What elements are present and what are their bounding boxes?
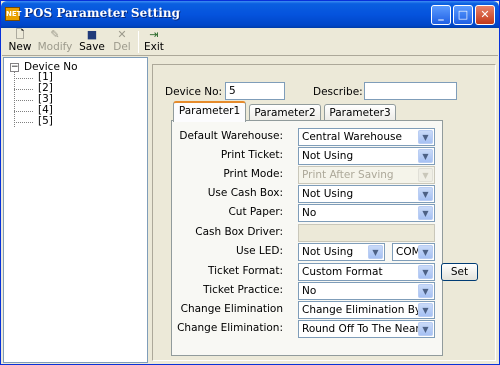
set-button[interactable]: Set xyxy=(441,263,478,281)
device-no-input[interactable]: 5 xyxy=(225,82,285,100)
save-label: Save xyxy=(79,41,105,53)
tab-parameter1[interactable]: Parameter1 xyxy=(173,101,246,122)
chevron-down-icon[interactable]: ▼ xyxy=(418,245,433,259)
main-window: NET POS Parameter Setting _ □ ✕ 🗋 New ✎ … xyxy=(0,0,500,365)
use-led-value: Not Using xyxy=(302,246,354,258)
new-document-icon: 🗋 xyxy=(15,28,25,41)
use-cash-box-select[interactable]: Not Using ▼ xyxy=(298,185,435,203)
cut-paper-select[interactable]: No ▼ xyxy=(298,204,435,222)
collapse-toggle-icon[interactable]: − xyxy=(10,63,19,72)
print-ticket-label: Print Ticket: xyxy=(220,149,283,161)
default-warehouse-label: Default Warehouse: xyxy=(179,130,283,142)
default-warehouse-select[interactable]: Central Warehouse ▼ xyxy=(298,128,435,146)
exit-button[interactable]: ⇥ Exit xyxy=(142,29,166,55)
window-title: POS Parameter Setting xyxy=(24,6,180,20)
exit-door-icon: ⇥ xyxy=(149,28,159,41)
use-led-label: Use LED: xyxy=(235,245,283,257)
exit-label: Exit xyxy=(144,41,164,53)
new-button[interactable]: 🗋 New xyxy=(7,29,33,55)
minimize-button[interactable]: _ xyxy=(431,5,451,25)
tab-parameter2[interactable]: Parameter2 xyxy=(249,104,321,121)
led-port-select[interactable]: COM1 ▼ xyxy=(392,243,435,261)
describe-input[interactable] xyxy=(364,82,457,100)
chevron-down-icon[interactable]: ▼ xyxy=(418,265,433,279)
chevron-down-icon[interactable]: ▼ xyxy=(418,187,433,201)
tree-item-label: [5] xyxy=(38,115,53,127)
chevron-down-icon[interactable]: ▼ xyxy=(368,245,383,259)
describe-label: Describe: xyxy=(313,86,363,98)
change-elimination-rounding-value: Round Off To The Neare xyxy=(302,323,426,335)
save-button[interactable]: ■ Save xyxy=(78,29,106,55)
ticket-practice-select[interactable]: No ▼ xyxy=(298,282,435,300)
change-elimination-select[interactable]: Change Elimination By B ▼ xyxy=(298,301,435,319)
change-elimination-rounding-label: Change Elimination: xyxy=(177,322,283,334)
modify-label: Modify xyxy=(37,41,73,53)
default-warehouse-value: Central Warehouse xyxy=(302,131,402,143)
toolbar: 🗋 New ✎ Modify ■ Save ✕ Del ⇥ Exit xyxy=(2,28,498,56)
chevron-down-icon[interactable]: ▼ xyxy=(418,303,433,317)
ticket-practice-value: No xyxy=(302,285,317,297)
use-cash-box-label: Use Cash Box: xyxy=(207,187,283,199)
tab-parameter3[interactable]: Parameter3 xyxy=(324,104,396,121)
print-ticket-value: Not Using xyxy=(302,150,354,162)
print-mode-label: Print Mode: xyxy=(223,168,283,180)
change-elimination-rounding-select[interactable]: Round Off To The Neare ▼ xyxy=(298,320,435,338)
change-elimination-value: Change Elimination By B xyxy=(302,304,432,316)
ticket-format-label: Ticket Format: xyxy=(208,265,283,277)
print-ticket-select[interactable]: Not Using ▼ xyxy=(298,147,435,165)
del-label: Del xyxy=(113,41,131,53)
chevron-down-icon[interactable]: ▼ xyxy=(418,149,433,163)
ticket-format-select[interactable]: Custom Format ▼ xyxy=(298,263,435,281)
cut-paper-value: No xyxy=(302,207,317,219)
device-no-label: Device No: xyxy=(165,86,223,98)
ticket-practice-label: Ticket Practice: xyxy=(203,284,283,296)
chevron-down-icon[interactable]: ▼ xyxy=(418,322,433,336)
cut-paper-label: Cut Paper: xyxy=(228,206,283,218)
chevron-down-icon[interactable]: ▼ xyxy=(418,130,433,144)
use-cash-box-value: Not Using xyxy=(302,188,354,200)
app-icon: NET xyxy=(5,7,21,21)
device-tree[interactable]: − Device No [1] [2] [3] [4] [5] xyxy=(3,57,148,363)
delete-icon: ✕ xyxy=(117,28,127,41)
cash-box-driver-input xyxy=(298,224,435,242)
change-elimination-label: Change Elimination xyxy=(180,303,283,315)
chevron-down-icon[interactable]: ▼ xyxy=(418,284,433,298)
modify-button[interactable]: ✎ Modify xyxy=(36,29,74,55)
chevron-down-icon: ▼ xyxy=(418,168,433,182)
toolbar-separator xyxy=(138,31,139,53)
close-button[interactable]: ✕ xyxy=(475,5,495,25)
new-label: New xyxy=(8,41,32,53)
title-bar[interactable]: NET POS Parameter Setting _ □ ✕ xyxy=(1,1,499,28)
print-mode-value: Print After Saving xyxy=(302,169,394,181)
chevron-down-icon[interactable]: ▼ xyxy=(418,206,433,220)
maximize-button[interactable]: □ xyxy=(453,5,473,25)
use-led-select[interactable]: Not Using ▼ xyxy=(298,243,385,261)
cash-box-driver-label: Cash Box Driver: xyxy=(195,226,283,238)
ticket-format-value: Custom Format xyxy=(302,266,383,278)
delete-button[interactable]: ✕ Del xyxy=(110,29,134,55)
modify-icon: ✎ xyxy=(50,28,60,41)
print-mode-select: Print After Saving ▼ xyxy=(298,166,435,184)
save-disk-icon: ■ xyxy=(86,28,98,41)
